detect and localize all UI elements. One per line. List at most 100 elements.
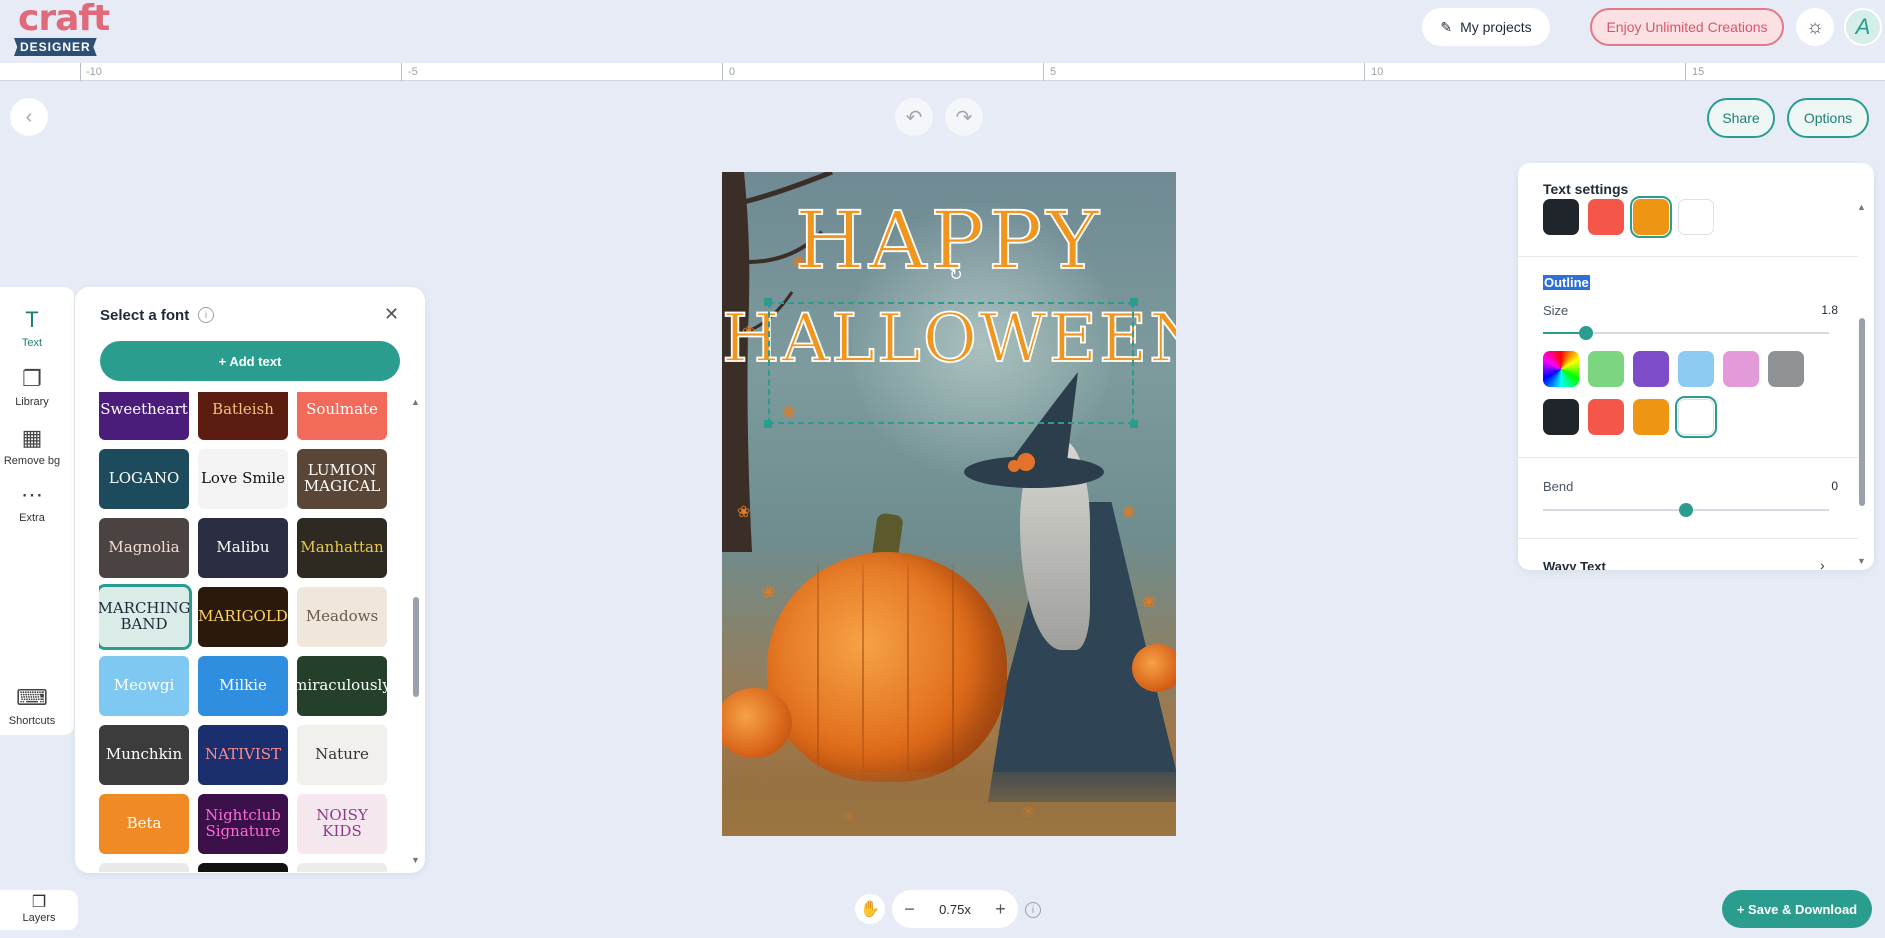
layers-label: Layers [22, 912, 56, 924]
outline-size-label: Size [1543, 303, 1569, 318]
rail-item-label: Text [21, 337, 43, 349]
add-text-button[interactable]: + Add text [100, 341, 400, 381]
chevron-right-icon[interactable]: › [1820, 557, 1825, 573]
font-tile[interactable]: Meadows [297, 587, 387, 647]
outline-size-value: 1.8 [1821, 303, 1838, 317]
settings-scrollbar[interactable] [1859, 318, 1865, 506]
font-tile[interactable]: Beta [99, 794, 189, 854]
font-tile[interactable]: Batleish [198, 392, 288, 440]
font-tile[interactable]: Nightclub Signature [198, 794, 288, 854]
info-icon[interactable]: i [198, 307, 214, 323]
leaf-icon: ❀ [737, 504, 751, 521]
zoom-in-icon[interactable]: + [995, 899, 1006, 920]
small-pumpkin-illustration [1132, 644, 1176, 692]
rail-item-label: Shortcuts [8, 715, 56, 727]
font-tile[interactable]: LOGANO [99, 449, 189, 509]
font-tile[interactable]: Nature [297, 725, 387, 785]
font-tile[interactable]: MARIGOLD [198, 587, 288, 647]
rail-item-shortcuts[interactable]: ⌨ Shortcuts [0, 685, 64, 727]
sun-icon[interactable]: ☼ [1796, 8, 1834, 46]
ruler-label: 5 [1050, 66, 1057, 78]
font-tile[interactable]: Malibu [198, 518, 288, 578]
resize-handle[interactable] [1130, 420, 1138, 428]
fill-color-swatch[interactable] [1588, 199, 1624, 235]
font-tile[interactable]: Magnolia [99, 518, 189, 578]
font-tile[interactable] [297, 863, 387, 872]
scroll-up-icon[interactable]: ▲ [411, 397, 420, 407]
ruler-label: -5 [408, 66, 418, 78]
text-settings-panel: Text settings Outline Size 1.8 Bend 0 Wa… [1518, 163, 1874, 570]
ruler: -10 -5 0 5 10 15 [0, 63, 1885, 81]
logo-sub: DESIGNER [14, 38, 97, 56]
selection-box[interactable] [768, 302, 1134, 424]
back-arrow-icon[interactable]: ‹ [10, 98, 48, 136]
my-projects-button[interactable]: ✎ My projects [1422, 8, 1550, 46]
outline-color-swatch[interactable] [1543, 399, 1579, 435]
font-panel: Select a font i ✕ + Add text Sweetheart B… [75, 287, 425, 873]
rail-item-library[interactable]: ❐ Library [0, 366, 64, 408]
layers-button[interactable]: ❒ Layers [0, 890, 78, 930]
outline-color-swatch[interactable] [1588, 351, 1624, 387]
zoom-out-icon[interactable]: − [904, 899, 915, 920]
font-tile[interactable]: Manhattan [297, 518, 387, 578]
font-tile[interactable]: Meowgi [99, 656, 189, 716]
text-settings-title: Text settings [1543, 181, 1629, 197]
font-tile[interactable]: NOVEMBER [99, 863, 189, 872]
resize-handle[interactable] [1130, 298, 1138, 306]
enjoy-unlimited-button[interactable]: Enjoy Unlimited Creations [1590, 8, 1784, 46]
leaf-icon: ❀ [1122, 504, 1136, 521]
font-list-scrollbar[interactable] [413, 597, 419, 697]
design-canvas[interactable]: ❀ ❀ ❀ ❀ ❀ ❀ ❀ ❀ ❀ HAPPY HALLOWEEN ↻ [722, 172, 1176, 836]
hand-icon[interactable]: ✋ [855, 894, 885, 924]
undo-icon[interactable]: ↶ [895, 98, 933, 136]
fill-color-swatch[interactable] [1630, 196, 1672, 238]
layers-icon: ❒ [31, 894, 47, 911]
avatar[interactable]: A [1844, 8, 1882, 46]
rail-item-extra[interactable]: ⋯ Extra [0, 482, 64, 524]
outline-size-slider[interactable] [1579, 326, 1593, 340]
font-tile[interactable]: Soulmate [297, 392, 387, 440]
wavy-text-item[interactable]: Wavy Text [1543, 559, 1606, 570]
redo-icon[interactable]: ↷ [945, 98, 983, 136]
bend-slider[interactable] [1679, 503, 1693, 517]
scroll-down-icon[interactable]: ▼ [411, 855, 420, 865]
outline-color-swatch[interactable] [1768, 351, 1804, 387]
outline-section-label: Outline [1543, 275, 1590, 290]
outline-color-swatch[interactable] [1678, 351, 1714, 387]
outline-color-swatch[interactable] [1675, 396, 1717, 438]
font-tile[interactable] [198, 863, 288, 872]
resize-handle[interactable] [764, 298, 772, 306]
outline-color-swatch[interactable] [1633, 351, 1669, 387]
resize-handle[interactable] [764, 420, 772, 428]
leaf-icon: ❀ [762, 584, 776, 601]
outline-color-swatch[interactable] [1588, 399, 1624, 435]
rotate-icon[interactable]: ↻ [946, 265, 966, 285]
scroll-up-icon[interactable]: ▲ [1857, 202, 1866, 212]
craft-designer-logo[interactable]: craft DESIGNER [14, 0, 114, 56]
font-tile[interactable]: miraculously [297, 656, 387, 716]
rail-item-text[interactable]: T Text [0, 307, 64, 349]
font-tile[interactable]: Sweetheart [99, 392, 189, 440]
fill-color-swatch[interactable] [1678, 199, 1714, 235]
remove-bg-icon: ▦ [21, 425, 43, 450]
save-download-button[interactable]: + Save & Download [1722, 890, 1872, 928]
options-button[interactable]: Options [1787, 98, 1869, 138]
fill-color-swatch[interactable] [1543, 199, 1579, 235]
outline-color-swatch[interactable] [1633, 399, 1669, 435]
outline-color-swatch[interactable] [1543, 351, 1579, 387]
font-tile[interactable]: Milkie [198, 656, 288, 716]
close-icon[interactable]: ✕ [384, 304, 399, 325]
font-tile[interactable]: MARCHING BAND [99, 584, 192, 650]
rail-item-remove-bg[interactable]: ▦ Remove bg [0, 425, 64, 467]
font-tile[interactable]: NOISY KIDS [297, 794, 387, 854]
font-tile[interactable]: LUMION MAGICAL [297, 449, 387, 509]
font-tile[interactable]: NATIVIST [198, 725, 288, 785]
scroll-down-icon[interactable]: ▼ [1857, 556, 1866, 566]
left-tool-rail: T Text ❐ Library ▦ Remove bg ⋯ Extra ⌨ S… [0, 287, 74, 735]
font-tile[interactable]: Munchkin [99, 725, 189, 785]
font-tile[interactable]: Love Smile [198, 449, 288, 509]
ground-leaves [722, 772, 1176, 836]
info-icon[interactable]: i [1025, 902, 1041, 918]
outline-color-swatch[interactable] [1723, 351, 1759, 387]
share-button[interactable]: Share [1707, 98, 1775, 138]
